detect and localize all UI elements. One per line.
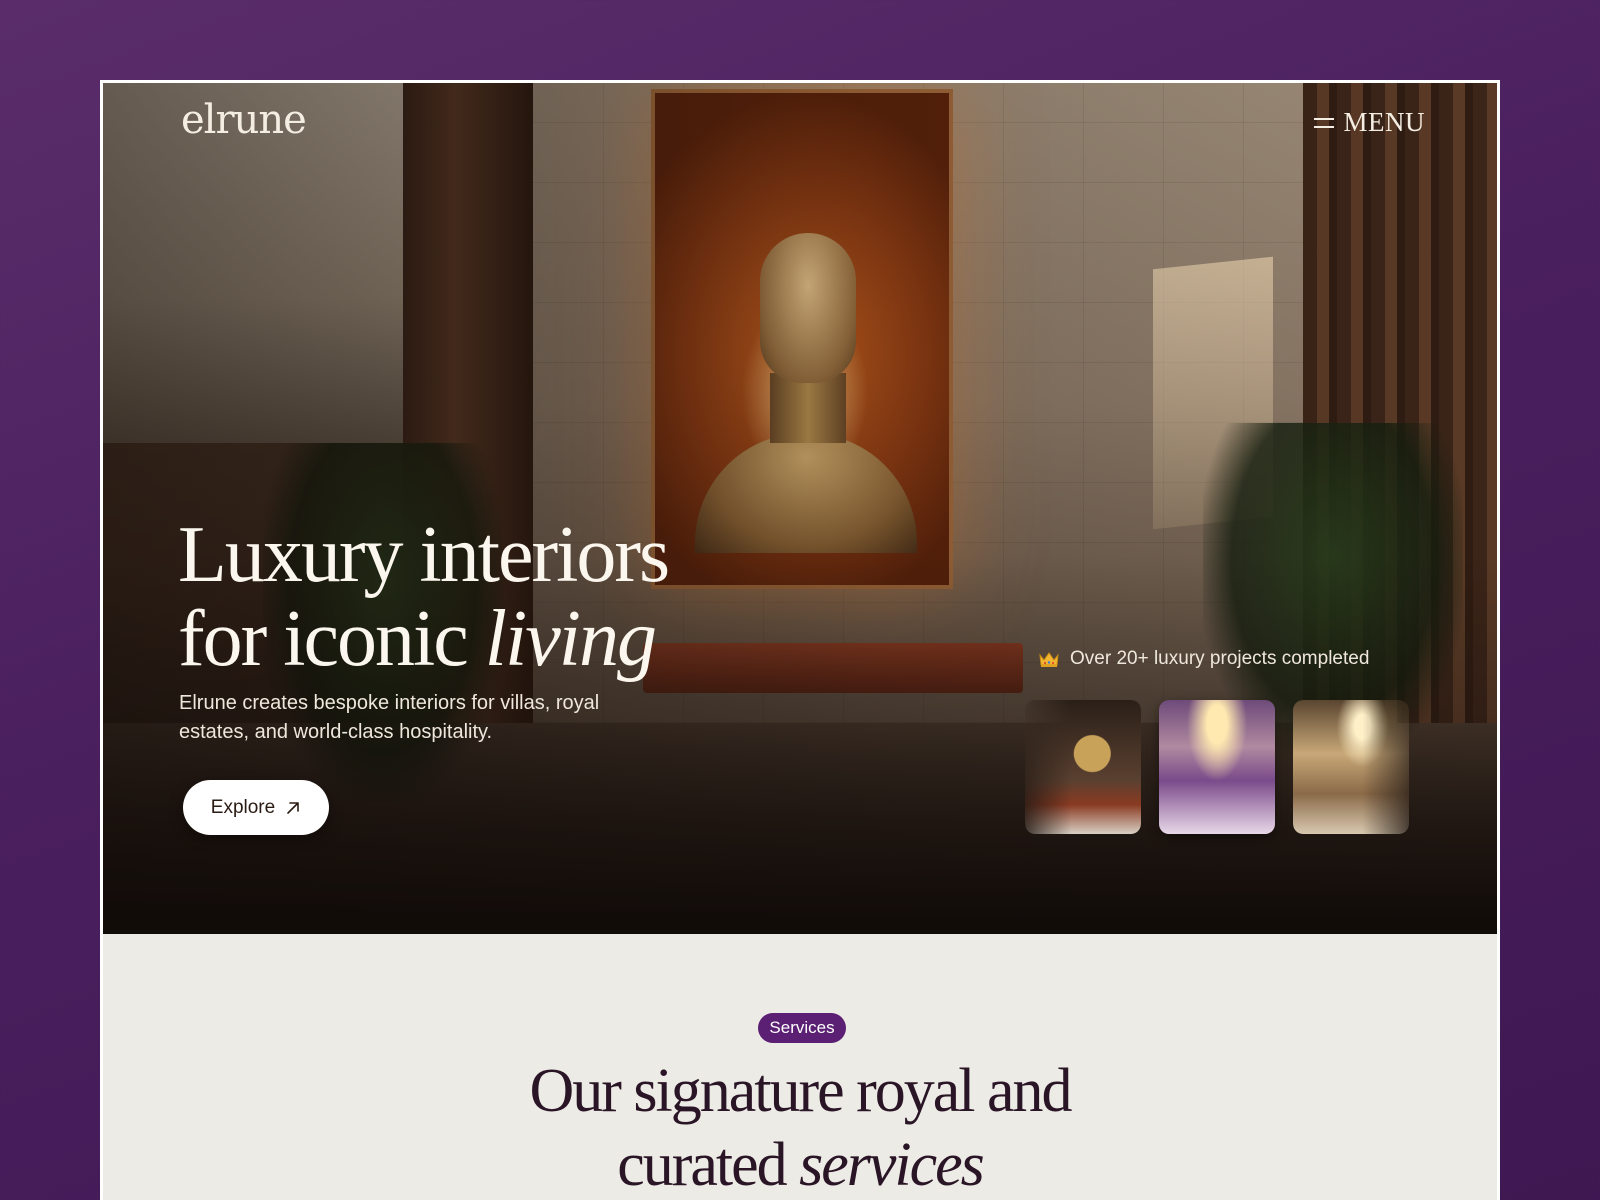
explore-button[interactable]: Explore <box>183 780 329 835</box>
browser-frame: elrune MENU Luxury interiors for iconic … <box>100 80 1500 1200</box>
menu-label: MENU <box>1343 107 1425 137</box>
project-thumbnail-lobby[interactable] <box>1025 700 1141 834</box>
hero-title-line1: Luxury interiors <box>178 511 670 599</box>
hero-section: elrune MENU Luxury interiors for iconic … <box>103 83 1497 934</box>
crown-icon <box>1039 652 1059 667</box>
menu-button[interactable]: MENU <box>1313 107 1426 138</box>
project-thumbnails <box>1025 700 1409 834</box>
services-badge: Services <box>758 1013 846 1043</box>
menu-icon <box>1313 117 1334 128</box>
hero-title: Luxury interiors for iconic living <box>178 513 818 681</box>
services-title-line1: Our signature royal and <box>529 1057 1072 1125</box>
projects-caption: Over 20+ luxury projects completed <box>1038 648 1369 670</box>
hero-title-line2: for iconic <box>178 595 485 683</box>
services-title-line2: curated <box>617 1131 800 1199</box>
services-title-italic: services <box>799 1131 985 1199</box>
explore-button-label: Explore <box>210 796 276 818</box>
services-title: Our signature royal and curated services <box>103 1054 1497 1200</box>
site-logo[interactable]: elrune <box>181 97 307 143</box>
project-thumbnail-hall[interactable] <box>1293 700 1409 834</box>
hero-subtitle: Elrune creates bespoke interiors for vil… <box>179 692 600 743</box>
projects-caption-text: Over 20+ luxury projects completed <box>1070 648 1370 669</box>
services-section: Services Our signature royal and curated… <box>103 934 1497 1200</box>
hero-title-italic: living <box>484 595 657 683</box>
project-thumbnail-staircase[interactable] <box>1159 700 1275 834</box>
arrow-up-right-icon <box>287 801 300 814</box>
